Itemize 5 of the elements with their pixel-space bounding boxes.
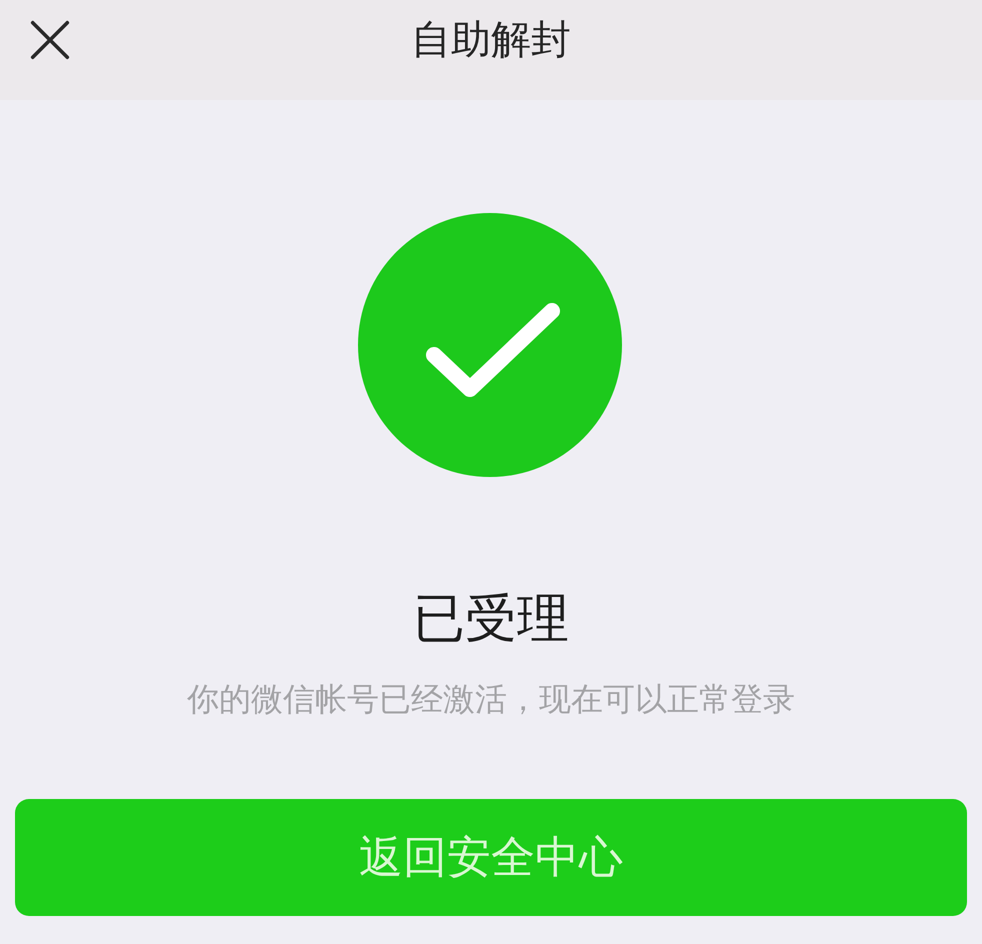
result-message: 你的微信帐号已经激活，现在可以正常登录 bbox=[187, 679, 795, 719]
close-icon bbox=[30, 20, 70, 60]
return-security-center-button[interactable]: 返回安全中心 bbox=[15, 799, 967, 916]
result-title: 已受理 bbox=[413, 589, 569, 649]
page-title: 自助解封 bbox=[411, 16, 571, 64]
